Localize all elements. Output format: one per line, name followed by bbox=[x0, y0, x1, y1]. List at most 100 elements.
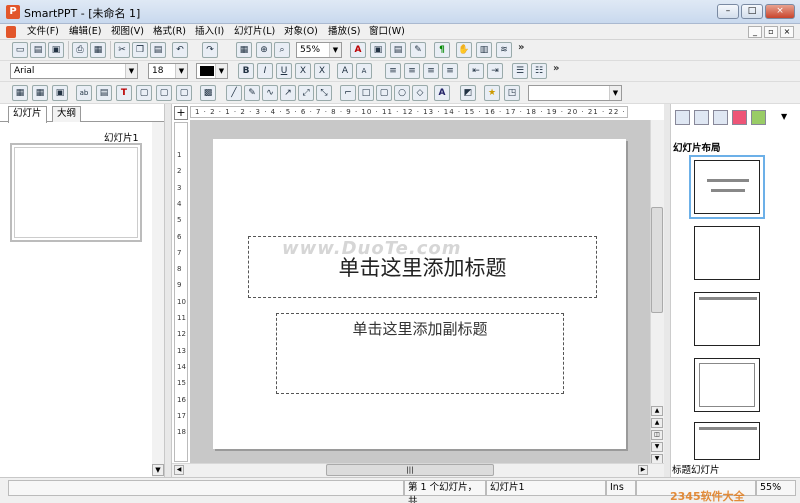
layout-title-content[interactable] bbox=[694, 422, 760, 460]
grow-font-button[interactable]: A bbox=[337, 63, 353, 79]
layout-icon[interactable] bbox=[675, 110, 690, 125]
pdf-icon[interactable]: ▦ bbox=[90, 42, 106, 58]
object-icon[interactable]: ▤ bbox=[390, 42, 406, 58]
page-up-icon[interactable]: ▲ bbox=[651, 418, 663, 428]
shrink-font-button[interactable]: A bbox=[356, 63, 372, 79]
design-icon[interactable] bbox=[694, 110, 709, 125]
outdent-icon[interactable]: ⇤ bbox=[468, 63, 484, 79]
numbering-icon[interactable]: ☷ bbox=[531, 63, 547, 79]
vertical-ruler[interactable]: 1 2 3 4 5 6 7 8 9 10 11 12 13 14 15 16 17 18 bbox=[174, 122, 188, 462]
redo-icon[interactable]: ↷ bbox=[202, 42, 218, 58]
paragraph-icon[interactable]: ¶ bbox=[434, 42, 450, 58]
menu-play[interactable]: 播放(S) bbox=[325, 25, 363, 39]
undo-icon[interactable]: ↶ bbox=[172, 42, 188, 58]
line-icon[interactable]: ╱ bbox=[226, 85, 242, 101]
style-select[interactable]: ▼ bbox=[528, 85, 622, 101]
table-icon[interactable]: ▤ bbox=[96, 85, 112, 101]
subtitle-placeholder[interactable]: 单击这里添加副标题 bbox=[276, 313, 564, 394]
align-left-icon[interactable]: ≡ bbox=[385, 63, 401, 79]
app-logo-icon[interactable]: P bbox=[6, 5, 20, 19]
menu-object[interactable]: 对象(O) bbox=[281, 25, 321, 39]
scroll-right-icon[interactable]: ▶ bbox=[638, 465, 648, 475]
open-icon[interactable]: ▤ bbox=[30, 42, 46, 58]
layout-title-only[interactable] bbox=[694, 292, 760, 346]
menu-edit[interactable]: 编辑(E) bbox=[66, 25, 104, 39]
more-tools-icon[interactable]: » bbox=[518, 42, 524, 53]
tab-slides[interactable]: 幻灯片 bbox=[8, 106, 47, 123]
panel-menu-icon[interactable]: ▼ bbox=[781, 112, 787, 121]
mdi-close-button[interactable]: × bbox=[780, 26, 794, 38]
zoom-icon[interactable]: ⌕ bbox=[274, 42, 290, 58]
layout-content[interactable] bbox=[694, 358, 760, 412]
rectangle-icon[interactable]: □ bbox=[358, 85, 374, 101]
rounded-rectangle-icon[interactable]: ▢ bbox=[376, 85, 392, 101]
minimize-button[interactable]: – bbox=[717, 4, 739, 19]
menu-window[interactable]: 窗口(W) bbox=[366, 25, 408, 39]
elbow-icon[interactable]: ⌐ bbox=[340, 85, 356, 101]
crop-icon[interactable]: ▩ bbox=[200, 85, 216, 101]
hand-icon[interactable]: ✋ bbox=[456, 42, 472, 58]
menu-format[interactable]: 格式(R) bbox=[150, 25, 189, 39]
maximize-button[interactable]: □ bbox=[741, 4, 763, 19]
ellipse-icon[interactable]: ○ bbox=[394, 85, 410, 101]
close-button[interactable]: × bbox=[765, 4, 795, 19]
connector-icon[interactable]: ⤢ bbox=[298, 85, 314, 101]
select-object-icon[interactable]: ◫ bbox=[651, 430, 663, 440]
transition-icon[interactable] bbox=[751, 110, 766, 125]
copy-icon[interactable]: ❐ bbox=[132, 42, 148, 58]
scroll-down-icon[interactable]: ▼ bbox=[152, 464, 164, 476]
zoom-select[interactable]: 55% ▼ bbox=[296, 42, 342, 58]
panel-scrollbar[interactable] bbox=[152, 122, 164, 477]
arrow-line-icon[interactable]: ↗ bbox=[280, 85, 296, 101]
bold-button[interactable]: B bbox=[238, 63, 254, 79]
pencil-icon[interactable]: ✎ bbox=[244, 85, 260, 101]
chevron-down-icon[interactable]: ▼ bbox=[175, 64, 187, 78]
curve-icon[interactable]: ∿ bbox=[262, 85, 278, 101]
shapes-icon[interactable]: ◇ bbox=[412, 85, 428, 101]
layout-title-slide[interactable] bbox=[689, 155, 765, 219]
font-name-select[interactable]: Arial ▼ bbox=[10, 63, 138, 79]
page-down-icon[interactable]: ▼ bbox=[651, 442, 663, 452]
align-right-icon[interactable]: ≡ bbox=[423, 63, 439, 79]
mdi-minimize-button[interactable]: _ bbox=[748, 26, 762, 38]
underline-button[interactable]: U bbox=[276, 63, 292, 79]
connector-icon[interactable]: ⤡ bbox=[316, 85, 332, 101]
grid-icon[interactable]: ▦ bbox=[32, 85, 48, 101]
font-size-select[interactable]: 18 ▼ bbox=[148, 63, 188, 79]
chevron-down-icon[interactable]: ▼ bbox=[125, 64, 137, 78]
fill-icon[interactable]: ◩ bbox=[460, 85, 476, 101]
frame-icon[interactable]: ▢ bbox=[156, 85, 172, 101]
ruler-corner[interactable]: + bbox=[174, 106, 188, 120]
wordart-icon[interactable]: A bbox=[434, 85, 450, 101]
vertical-scroll-thumb[interactable] bbox=[651, 207, 663, 313]
scroll-left-icon[interactable]: ◀ bbox=[174, 465, 184, 475]
text-t-icon[interactable]: T bbox=[116, 85, 132, 101]
textbox-ab-icon[interactable]: ab bbox=[76, 85, 92, 101]
text-a-icon[interactable]: A bbox=[350, 42, 366, 58]
horizontal-ruler[interactable]: 1 · 2 · 1 · 2 · 3 · 4 · 5 · 6 · 7 · 8 · … bbox=[190, 106, 628, 118]
star-icon[interactable]: ★ bbox=[484, 85, 500, 101]
panel-splitter[interactable] bbox=[164, 104, 172, 477]
layout-blank[interactable] bbox=[694, 226, 760, 280]
bullets-icon[interactable]: ☰ bbox=[512, 63, 528, 79]
scroll-up-icon[interactable]: ▲ bbox=[651, 406, 663, 416]
shadow-button[interactable]: X bbox=[314, 63, 330, 79]
tab-outline[interactable]: 大纲 bbox=[52, 106, 82, 122]
format-painter-icon[interactable]: ✎ bbox=[410, 42, 426, 58]
strikethrough-button[interactable]: X bbox=[295, 63, 311, 79]
document-icon[interactable] bbox=[6, 26, 16, 38]
stack-icon[interactable]: ≋ bbox=[496, 42, 512, 58]
insert-table-icon[interactable]: ▦ bbox=[236, 42, 252, 58]
chevron-down-icon[interactable]: ▼ bbox=[609, 86, 621, 100]
chevron-down-icon[interactable]: ▼ bbox=[329, 43, 341, 57]
chevron-down-icon[interactable]: ▼ bbox=[215, 64, 227, 78]
new-icon[interactable]: ▭ bbox=[12, 42, 28, 58]
picture-icon[interactable]: ▣ bbox=[52, 85, 68, 101]
save-icon[interactable]: ▣ bbox=[48, 42, 64, 58]
frame-icon[interactable]: ▢ bbox=[136, 85, 152, 101]
menu-insert[interactable]: 插入(I) bbox=[192, 25, 227, 39]
color-scheme-icon[interactable] bbox=[713, 110, 728, 125]
animation-icon[interactable] bbox=[732, 110, 747, 125]
menu-view[interactable]: 视图(V) bbox=[108, 25, 147, 39]
slide-thumbnail[interactable] bbox=[10, 143, 142, 242]
